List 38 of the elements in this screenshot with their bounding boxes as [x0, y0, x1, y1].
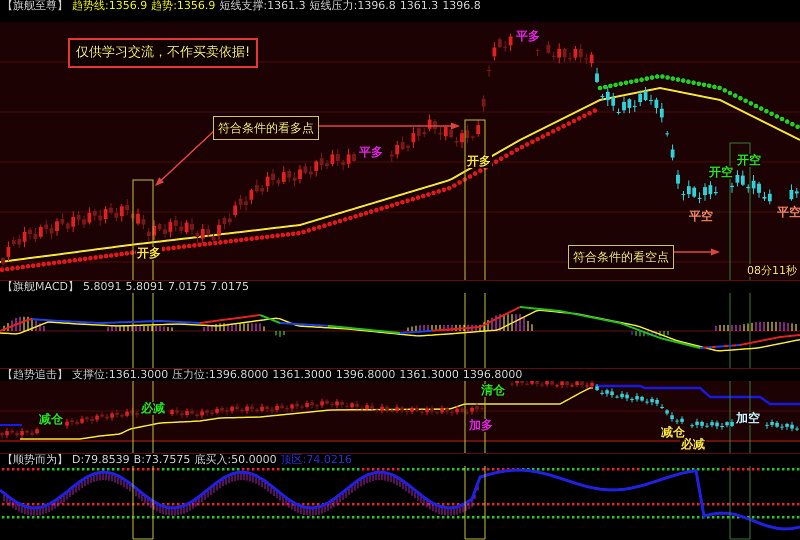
signal-label: 开多 [136, 247, 162, 260]
indicator-reading: 7.0175 [168, 281, 206, 293]
indicator-reading: 趋势:1356.9 [151, 0, 216, 12]
countdown-timer: 08分11秒 [747, 264, 797, 277]
signal-label: 减仓 [660, 426, 686, 439]
signal-label: 开多 [466, 155, 492, 168]
disclaimer-notice: 仅供学习交流，不作买卖依据! [68, 38, 258, 68]
indicator-reading: 短线支撑:1361.3 [219, 0, 306, 12]
indicator-reading: B:73.7575 [134, 454, 190, 466]
indicator-reading: 1396.8 [442, 0, 481, 12]
signal-label: 必减 [680, 438, 706, 451]
signal-label: 开空 [736, 154, 762, 167]
indicator-reading: 1361.3000 [272, 369, 332, 381]
indicator-reading: 5.8091 [125, 281, 164, 293]
signal-label: 开空 [708, 166, 734, 179]
indicator-reading: 7.0175 [210, 281, 249, 293]
indicator-reading: 1396.8000 [462, 369, 522, 381]
indicator-reading: 5.8091 [82, 281, 122, 293]
indicator-reading: 支撑位:1361.3000 [72, 369, 168, 381]
indicator-reading: 压力位:1396.8000 [172, 369, 268, 381]
signal-label: 平多 [515, 30, 541, 43]
signal-label: 平多 [358, 146, 384, 159]
indicator-reading: 1361.3 [400, 0, 438, 12]
indicator-reading: 底买入:50.0000 [194, 454, 277, 466]
indicator-reading: 1396.8000 [336, 369, 396, 381]
callout-label: 符合条件的看多点 [213, 116, 319, 140]
signal-label: 平空 [688, 210, 714, 223]
signal-label: 加空 [735, 412, 761, 425]
signal-label: 加多 [468, 419, 494, 432]
callout-label: 符合条件的看空点 [568, 245, 674, 269]
indicator-reading: 趋势线:1356.9 [72, 0, 148, 12]
indicator-reading: 1361.3000 [399, 369, 459, 381]
indicator-reading: D:79.8539 [72, 454, 130, 466]
signal-label: 减仓 [38, 413, 64, 426]
indicator-reading: 顶区:74.0216 [280, 454, 352, 466]
signal-label: 清仓 [480, 384, 506, 397]
signal-label: 必减 [140, 402, 166, 415]
indicator-reading: 短线压力:1396.8 [310, 0, 396, 12]
